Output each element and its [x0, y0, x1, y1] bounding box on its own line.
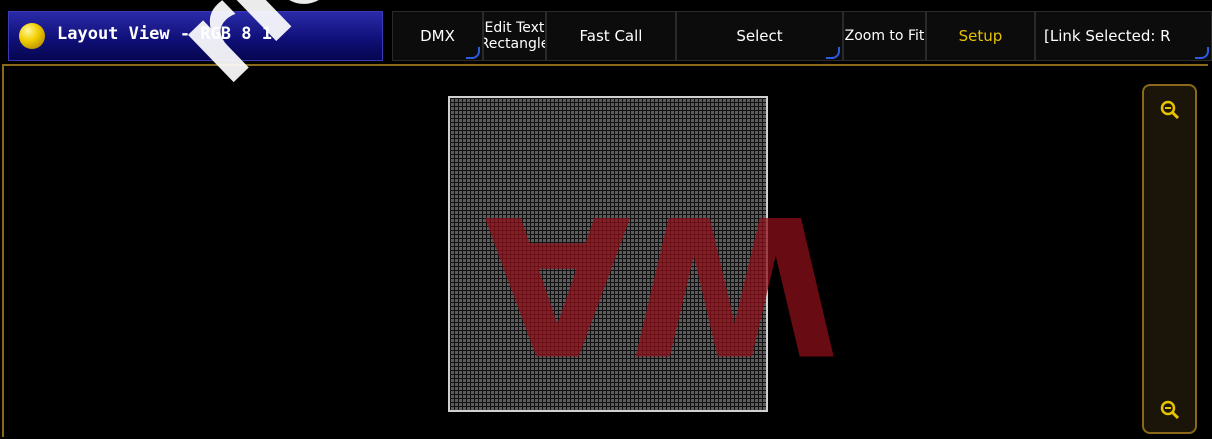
- select-button[interactable]: Select: [676, 11, 843, 61]
- view-status-ball-icon: [19, 23, 45, 49]
- link-selected-button[interactable]: [Link Selected: R: [1035, 11, 1212, 61]
- zoom-out-icon[interactable]: [1152, 392, 1188, 428]
- submenu-corner-icon: [1195, 47, 1209, 59]
- setup-button[interactable]: Setup: [926, 11, 1035, 61]
- zoom-to-fit-button[interactable]: Zoom to Fit: [843, 11, 926, 61]
- submenu-corner-icon: [826, 47, 840, 59]
- fast-call-button[interactable]: Fast Call: [546, 11, 676, 61]
- zoom-in-icon[interactable]: [1152, 92, 1188, 128]
- zoom-panel: [1142, 84, 1197, 434]
- dmx-button[interactable]: DMX: [392, 11, 483, 61]
- matrix-letter-left: A: [484, 173, 632, 394]
- matrix-letter-right: W: [630, 173, 840, 394]
- edit-text-rectangle-button[interactable]: Edit Text Rectangle: [483, 11, 546, 61]
- rgb-matrix-preview[interactable]: A W: [448, 96, 840, 412]
- submenu-corner-icon: [466, 47, 480, 59]
